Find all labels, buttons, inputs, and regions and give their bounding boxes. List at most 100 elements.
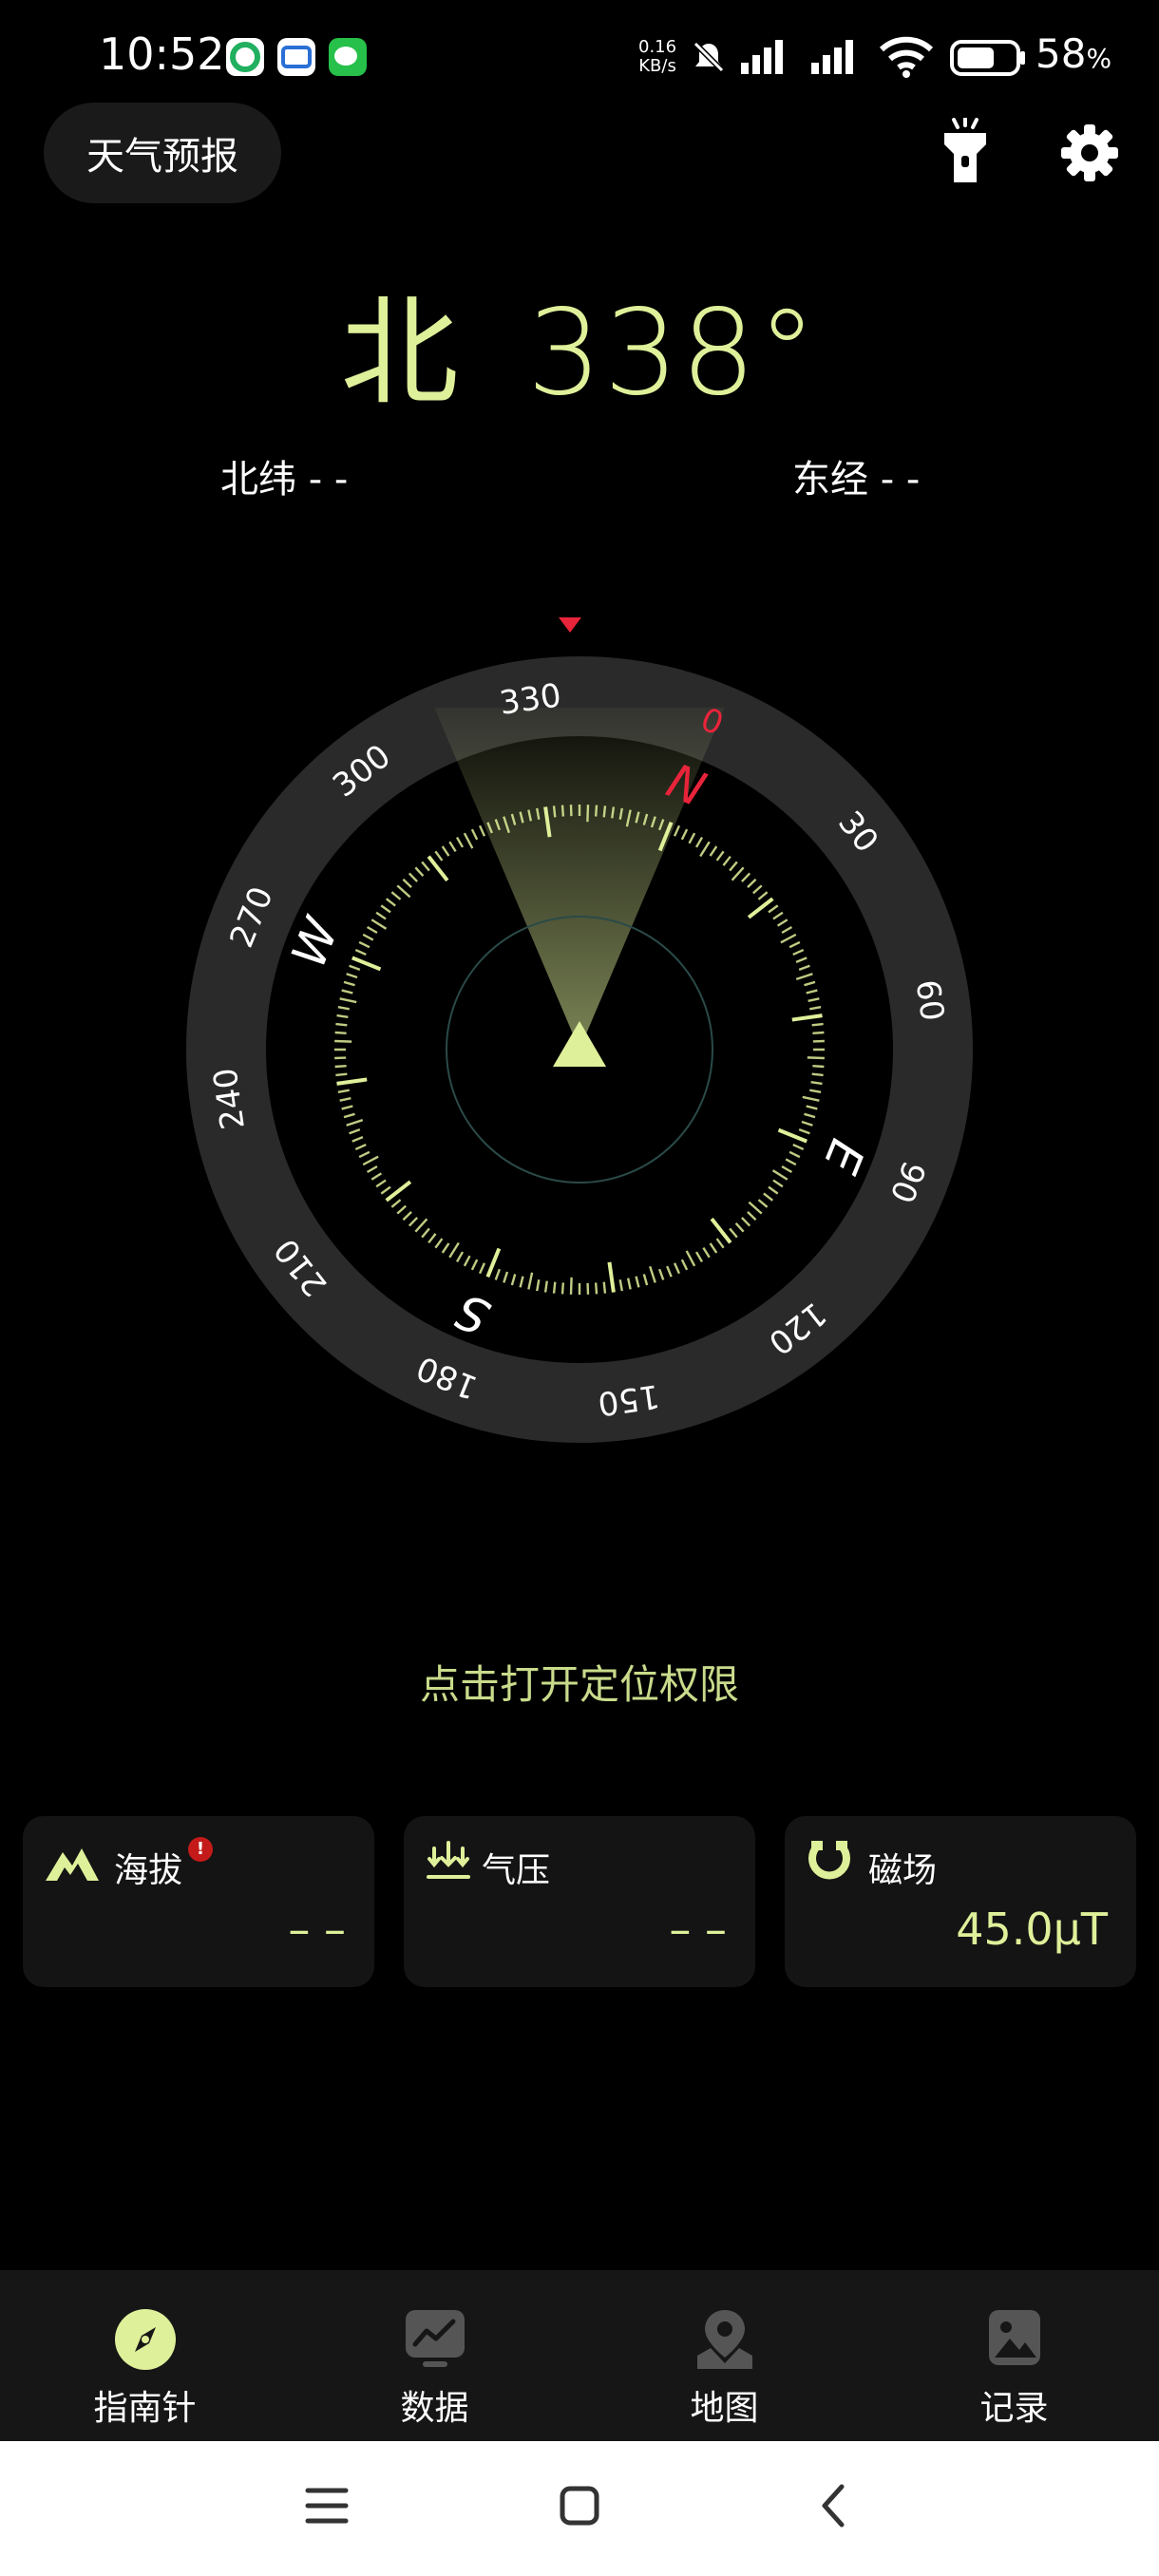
magnetic-field-card[interactable]: 磁场 45.0μT [785,1816,1136,1987]
tick-mark [375,1179,387,1188]
center-pointer-icon [553,1021,606,1067]
tick-mark [802,1095,820,1102]
back-icon[interactable] [811,2483,857,2529]
tick-mark [642,1274,649,1286]
tick-mark [339,997,357,1004]
nav-records-label: 记录 [979,2389,1049,2428]
tick-mark [694,836,704,848]
tick-mark [470,1259,479,1271]
chart-icon [405,2310,465,2367]
tick-mark [478,1262,486,1275]
tick-mark [380,1185,391,1195]
tick-mark [396,884,411,899]
tick-mark [649,1265,656,1283]
tick-mark [455,836,465,848]
app-notification-icon-1 [226,38,264,76]
tick-mark [798,964,810,971]
magnetic-field-value: 45.0μT [956,1904,1108,1955]
tick-mark [380,904,391,914]
compass-icon [114,2309,176,2370]
tick-mark [810,1081,823,1086]
tick-mark [396,1204,407,1215]
tick-mark [455,1251,465,1263]
tick-mark [702,1246,711,1259]
tick-mark [370,919,388,930]
nav-compass[interactable]: 指南针 [0,2270,290,2441]
tick-mark [441,1242,450,1254]
tick-mark [752,884,763,895]
menu-icon[interactable] [304,2483,350,2529]
tick-mark [715,1238,725,1249]
tick-mark [552,1281,557,1294]
tick-mark [792,948,805,957]
tick-mark [334,1031,347,1035]
tick-mark [812,1048,826,1051]
tick-mark [594,1282,598,1295]
tick-mark [673,1262,681,1275]
weather-forecast-button[interactable]: 天气预报 [44,103,281,203]
tick-mark [791,1013,823,1022]
tick-mark [334,1056,347,1060]
tick-mark [807,1056,825,1060]
tick-mark [806,989,818,994]
tick-mark [809,1006,822,1011]
tick-mark [543,1280,548,1293]
battery-icon [950,38,1026,80]
tick-mark [390,891,402,900]
altitude-value: – – [288,1904,346,1955]
tick-mark [607,1261,616,1293]
tick-mark [699,841,711,858]
status-time: 10:52 [99,28,225,80]
tick-mark [809,1089,822,1093]
tick-mark [343,980,355,987]
tick-mark [560,1282,565,1295]
altitude-card[interactable]: 海拔 ! – – [23,1816,374,1987]
tick-mark [747,878,757,888]
tick-mark [804,980,816,987]
nav-data-label: 数据 [400,2389,469,2428]
wechat-icon [329,38,367,76]
gear-icon[interactable] [1060,123,1119,182]
tick-mark [470,828,479,841]
tick-mark [463,1255,471,1267]
flashlight-icon[interactable] [940,116,990,186]
tick-mark [349,1128,361,1135]
tick-mark [569,1277,573,1295]
tick-mark [352,1136,364,1143]
tick-mark [375,911,387,920]
tick-mark [341,989,353,994]
tick-mark [812,1039,825,1043]
tick-mark [757,891,769,900]
tick-mark [811,1022,824,1027]
tick-mark [434,1238,444,1249]
tick-mark [757,1199,769,1208]
tick-mark [729,861,738,872]
signal-icon-2 [809,38,866,80]
tick-mark [768,1185,779,1195]
tick-mark [503,1271,509,1283]
home-icon[interactable] [557,2483,602,2529]
magnet-icon [808,1841,850,1880]
tick-mark [709,1242,718,1254]
tick-mark [772,911,784,920]
heading-marker-icon [559,617,581,633]
tick-mark [414,1218,428,1233]
location-permission-link[interactable]: 点击打开定位权限 [0,1653,1159,1711]
tick-mark [781,925,793,935]
nav-records[interactable]: 记录 [869,2270,1159,2441]
tick-mark [688,832,696,844]
tick-mark [354,948,367,957]
tick-mark [626,1278,632,1290]
compass-dial[interactable]: 0306090120150180210240270300330NESW [162,598,998,1482]
nav-data[interactable]: 数据 [290,2270,580,2441]
tick-mark [408,872,418,882]
bottom-nav: 指南针 数据 地图 记录 [0,2270,1159,2441]
tick-mark [519,1276,524,1288]
pressure-card[interactable]: 气压 – – [404,1816,755,1987]
nav-map[interactable]: 地图 [580,2270,869,2441]
warning-badge-icon: ! [188,1837,213,1862]
wifi-icon [879,36,934,82]
network-speed: 0.16 KB/s [638,38,676,76]
tick-mark [781,1165,793,1174]
tick-mark [337,1006,350,1011]
